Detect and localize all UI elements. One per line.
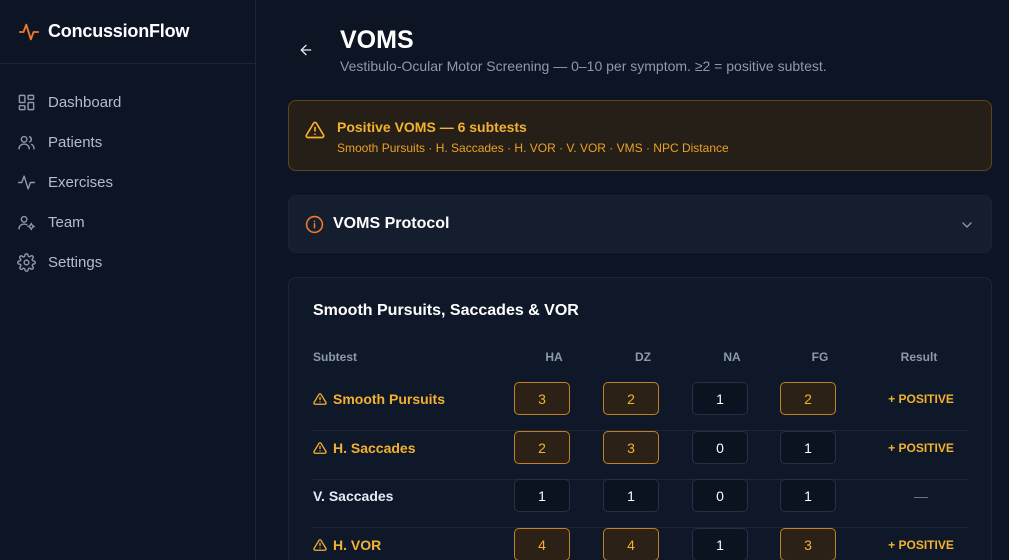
score-ha-input[interactable]: 3	[514, 382, 570, 415]
voms-table-card: Smooth Pursuits, Saccades & VOR Subtest …	[288, 277, 992, 560]
header-fg: FG	[811, 350, 829, 364]
score-na-input[interactable]: 1	[692, 382, 748, 415]
subtest-label: Smooth Pursuits	[333, 390, 446, 407]
warning-icon	[305, 120, 325, 140]
score-fg-input[interactable]: 3	[780, 528, 836, 560]
warning-icon	[313, 441, 327, 454]
score-dz-input[interactable]: 2	[603, 382, 659, 415]
result-badge: + POSITIVE	[888, 440, 954, 455]
result-badge: —	[914, 487, 928, 504]
score-dz-input[interactable]: 1	[603, 479, 659, 512]
subtest-name: H. VOR	[313, 528, 381, 560]
sidebar-item-label: Team	[48, 213, 85, 231]
table-row: V. Saccades 1 1 0 1 —	[313, 479, 969, 528]
pulse-logo-icon	[18, 21, 40, 43]
sidebar-item-label: Settings	[48, 253, 103, 271]
score-fg-input[interactable]: 1	[780, 431, 836, 464]
table-row: Smooth Pursuits 3 2 1 2 + POSITIVE	[313, 382, 969, 431]
sidebar-item-exercises[interactable]: Exercises	[0, 162, 255, 202]
sidebar-item-label: Exercises	[48, 173, 114, 191]
back-button[interactable]	[296, 40, 316, 60]
dashboard-icon	[17, 93, 36, 112]
arrow-left-icon	[300, 44, 312, 56]
score-na-input[interactable]: 1	[692, 528, 748, 560]
score-na-input[interactable]: 0	[692, 479, 748, 512]
warning-icon	[313, 392, 327, 405]
sidebar-nav: Dashboard Patients Exercises Team Settin…	[0, 64, 255, 282]
sidebar-item-settings[interactable]: Settings	[0, 242, 255, 282]
header-subtest: Subtest	[313, 350, 358, 364]
warning-icon	[313, 538, 327, 551]
app-name: ConcussionFlow	[48, 21, 190, 41]
subtest-label: H. VOR	[333, 536, 382, 553]
brand[interactable]: ConcussionFlow	[0, 0, 255, 64]
team-icon	[17, 213, 36, 232]
header-dz: DZ	[635, 350, 651, 364]
subtest-name: V. Saccades	[313, 479, 393, 512]
chevron-down-icon	[959, 217, 975, 233]
result-badge: + POSITIVE	[888, 391, 954, 406]
users-icon	[17, 133, 36, 152]
subtest-label: V. Saccades	[313, 487, 394, 504]
subtest-name: Smooth Pursuits	[313, 382, 445, 415]
page-header: VOMS Vestibulo-Ocular Motor Screening — …	[256, 24, 1009, 84]
score-dz-input[interactable]: 4	[603, 528, 659, 560]
score-na-input[interactable]: 0	[692, 431, 748, 464]
table-header: Subtest HA DZ NA FG Result	[289, 350, 993, 366]
score-fg-input[interactable]: 2	[780, 382, 836, 415]
page-subtitle: Vestibulo-Ocular Motor Screening — 0–10 …	[340, 58, 827, 74]
subtest-name: H. Saccades	[313, 431, 416, 464]
card-title: Smooth Pursuits, Saccades & VOR	[313, 302, 579, 319]
header-ha: HA	[545, 350, 563, 364]
positive-alert: Positive VOMS — 6 subtests Smooth Pursui…	[288, 100, 992, 171]
sidebar-item-dashboard[interactable]: Dashboard	[0, 82, 255, 122]
header-na: NA	[723, 350, 741, 364]
page-title: VOMS	[340, 26, 414, 54]
sidebar-item-label: Patients	[48, 133, 103, 151]
sidebar-item-team[interactable]: Team	[0, 202, 255, 242]
protocol-title: VOMS Protocol	[333, 215, 450, 232]
sidebar-item-label: Dashboard	[48, 93, 122, 111]
info-icon	[305, 215, 324, 234]
gear-icon	[17, 252, 36, 272]
activity-icon	[17, 173, 36, 192]
table-row: H. VOR 4 4 1 3 + POSITIVE	[313, 528, 969, 560]
voms-protocol-accordion[interactable]: VOMS Protocol	[288, 195, 992, 253]
header-result: Result	[900, 350, 938, 364]
result-badge: + POSITIVE	[888, 537, 954, 552]
score-ha-input[interactable]: 1	[514, 479, 570, 512]
main-content: VOMS Vestibulo-Ocular Motor Screening — …	[256, 0, 1009, 560]
alert-title: Positive VOMS — 6 subtests	[337, 119, 527, 135]
sidebar-item-patients[interactable]: Patients	[0, 122, 255, 162]
score-ha-input[interactable]: 4	[514, 528, 570, 560]
subtest-label: H. Saccades	[333, 439, 416, 456]
alert-subtest-list: Smooth Pursuits · H. Saccades · H. VOR ·…	[337, 141, 729, 155]
score-ha-input[interactable]: 2	[514, 431, 570, 464]
sidebar: ConcussionFlow Dashboard Patients Exerci…	[0, 0, 256, 560]
table-row: H. Saccades 2 3 0 1 + POSITIVE	[313, 431, 969, 480]
score-dz-input[interactable]: 3	[603, 431, 659, 464]
score-fg-input[interactable]: 1	[780, 479, 836, 512]
